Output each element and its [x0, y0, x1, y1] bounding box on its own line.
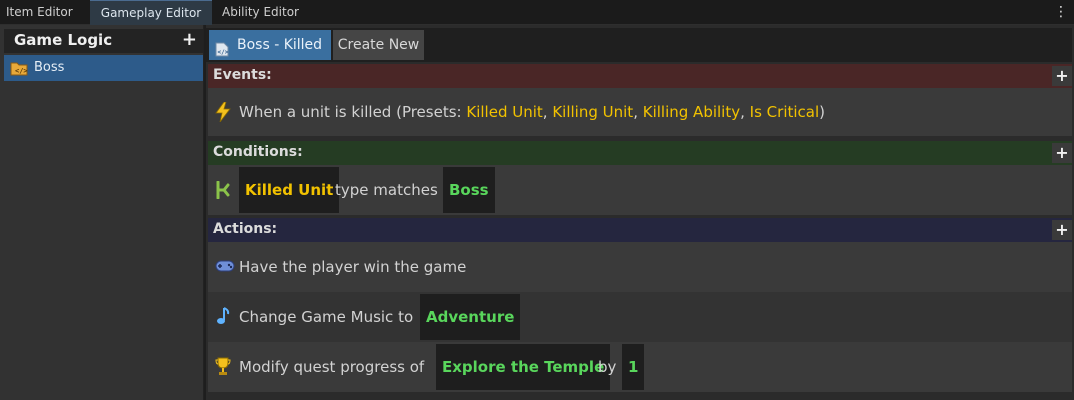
- add-condition-button[interactable]: +: [1052, 143, 1072, 163]
- gameplay-main-panel: </> Boss - Killed Create New Events: + W…: [206, 25, 1074, 400]
- branch-icon: [215, 180, 233, 203]
- actions-title: Actions:: [213, 221, 278, 237]
- preset-separator: ,: [740, 103, 745, 121]
- preset-separator: ,: [542, 103, 548, 121]
- preset-killing-unit[interactable]: Killing Unit: [552, 103, 633, 121]
- sidebar-item-label: Boss: [34, 60, 65, 75]
- preset-killed-unit[interactable]: Killed Unit: [466, 103, 542, 121]
- action-quest-text: Modify quest progress of: [239, 358, 425, 376]
- quest-by-text: by: [598, 358, 617, 376]
- sidebar-header: Game Logic +: [4, 29, 203, 53]
- preset-separator: ,: [633, 103, 638, 121]
- game-logic-sidebar: Game Logic + </> Boss: [0, 25, 204, 400]
- create-new-button[interactable]: Create New: [333, 30, 424, 60]
- boss-type-chip[interactable]: Boss: [443, 167, 495, 213]
- preset-killing-ability[interactable]: Killing Ability: [643, 103, 740, 121]
- conditions-section-header: Conditions: +: [208, 141, 1072, 165]
- killed-unit-chip[interactable]: Killed Unit: [239, 167, 340, 213]
- quest-amount-chip[interactable]: 1: [622, 344, 645, 390]
- editor-tab-bar: Item Editor Gameplay Editor Ability Edit…: [0, 0, 1074, 25]
- svg-text:</>: </>: [15, 67, 28, 75]
- music-value-chip[interactable]: Adventure: [420, 294, 521, 340]
- action-row-music[interactable]: Change Game Music to Adventure: [208, 292, 1072, 342]
- action-music-text: Change Game Music to: [239, 308, 414, 326]
- quest-value-chip[interactable]: Explore the Temple: [436, 344, 611, 390]
- tab-item-editor[interactable]: Item Editor: [6, 0, 73, 24]
- trigger-toolbar: </> Boss - Killed Create New: [206, 28, 1072, 62]
- event-row[interactable]: When a unit is killed (Presets: Killed U…: [208, 88, 1072, 136]
- tab-gameplay-editor[interactable]: Gameplay Editor: [90, 0, 212, 25]
- conditions-title: Conditions:: [213, 144, 303, 160]
- add-event-button[interactable]: +: [1052, 66, 1072, 86]
- add-action-button[interactable]: +: [1052, 220, 1072, 240]
- trophy-icon: [215, 357, 231, 381]
- action-win-text: Have the player win the game: [239, 258, 467, 276]
- preset-close-paren: ): [819, 103, 826, 121]
- svg-text:</>: </>: [218, 49, 229, 56]
- lightning-icon: [215, 101, 231, 126]
- sidebar-item-boss[interactable]: </> Boss: [4, 55, 203, 81]
- action-row-quest[interactable]: Modify quest progress of Explore the Tem…: [208, 342, 1072, 392]
- trigger-tab-label: Boss - Killed: [237, 37, 323, 53]
- sidebar-title: Game Logic: [14, 31, 113, 49]
- actions-section-header: Actions: +: [208, 218, 1072, 242]
- events-section-header: Events: +: [208, 64, 1072, 88]
- condition-text: type matches: [335, 181, 438, 199]
- plus-icon[interactable]: +: [182, 30, 197, 50]
- event-text: When a unit is killed (Presets:: [239, 103, 462, 121]
- trigger-tab-boss-killed[interactable]: </> Boss - Killed: [209, 30, 331, 60]
- music-note-icon: [215, 306, 231, 330]
- events-title: Events:: [213, 67, 272, 83]
- condition-row[interactable]: Killed Unit type matches Boss: [208, 165, 1072, 215]
- action-row-win[interactable]: Have the player win the game: [208, 242, 1072, 292]
- tab-ability-editor[interactable]: Ability Editor: [222, 0, 299, 24]
- kebab-menu-icon[interactable]: ⋮: [1054, 0, 1068, 24]
- gamepad-icon: [215, 259, 235, 277]
- event-description: When a unit is killed (Presets: Killed U…: [239, 103, 825, 121]
- preset-is-critical[interactable]: Is Critical: [750, 103, 819, 121]
- script-folder-icon: </>: [10, 60, 28, 80]
